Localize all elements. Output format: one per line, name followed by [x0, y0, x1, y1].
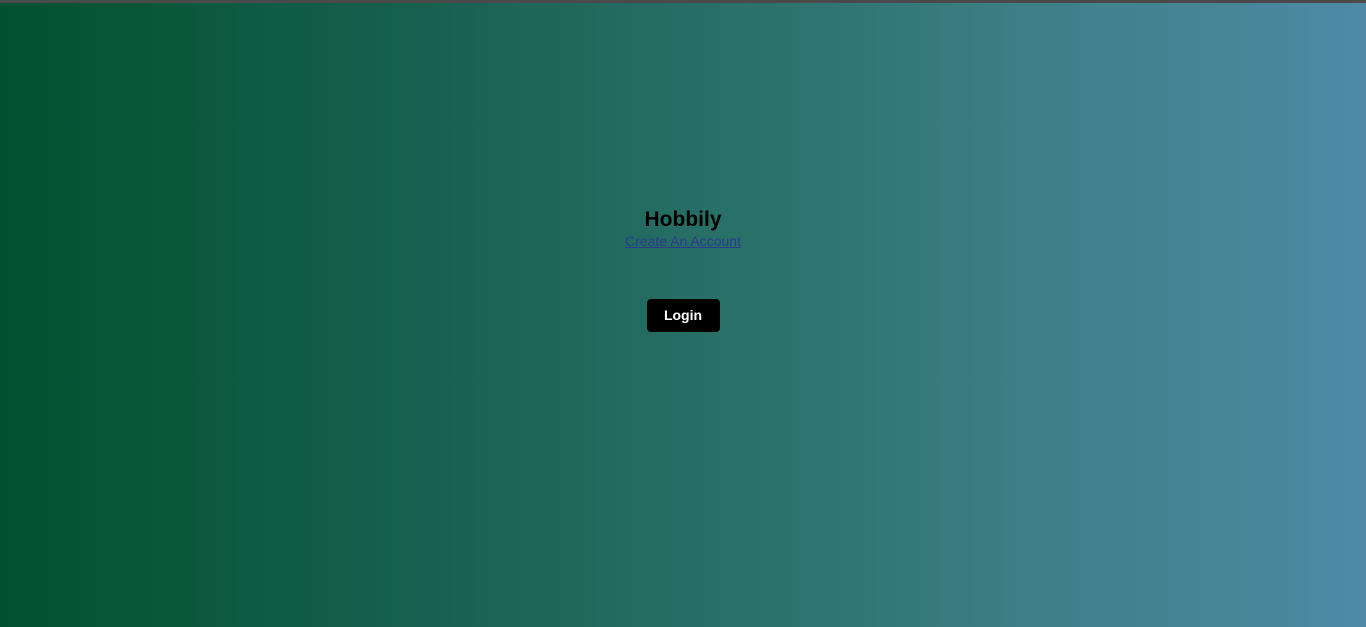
- login-button[interactable]: Login: [646, 299, 720, 332]
- app-title: Hobbily: [644, 208, 722, 231]
- window-top-border: [0, 0, 1366, 3]
- page: { "app": { "title": "Hobbily" }, "links"…: [0, 0, 1366, 627]
- header-block: Hobbily Create An Account: [0, 207, 1366, 251]
- create-account-link[interactable]: Create An Account: [625, 233, 741, 250]
- login-container: Login: [0, 299, 1366, 332]
